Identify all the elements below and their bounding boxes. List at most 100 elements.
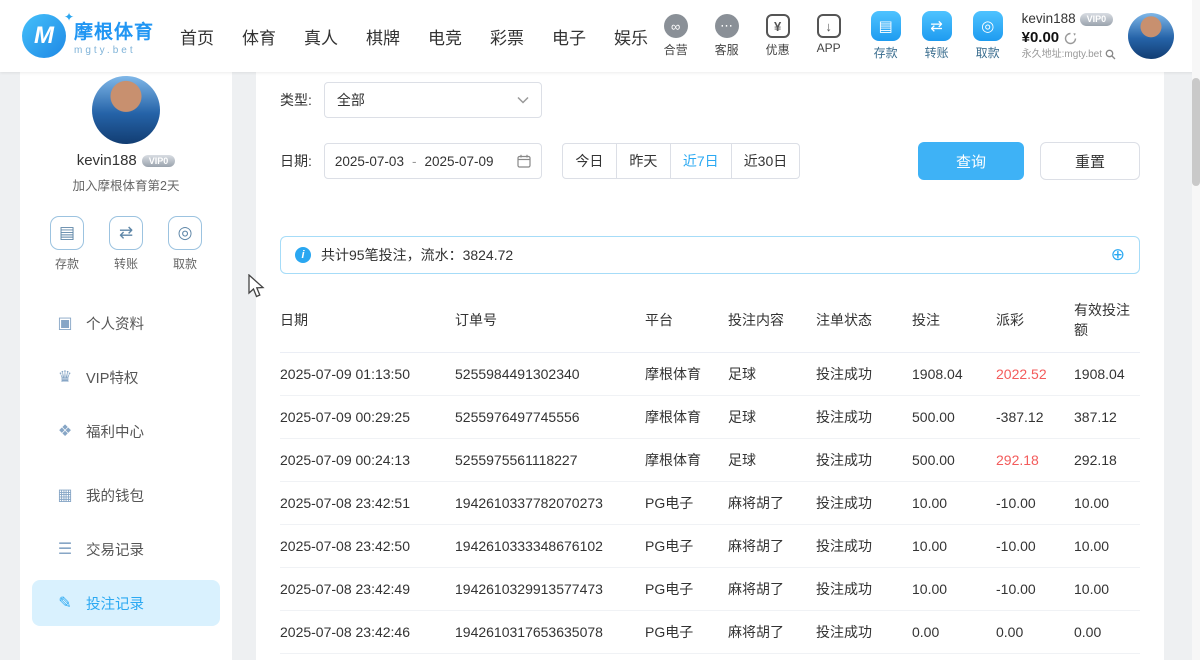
reset-button[interactable]: 重置: [1040, 142, 1140, 180]
cell-order: 1942610329913577473: [455, 568, 645, 611]
cell-payout: 292.18: [996, 439, 1074, 482]
cell-content: 麻将胡了: [728, 525, 816, 568]
query-button[interactable]: 查询: [918, 142, 1024, 180]
cell-bet: 10.00: [912, 525, 996, 568]
permanent-domain: 永久地址:mgty.bet: [1022, 49, 1102, 62]
chat-icon: ⋯: [715, 14, 739, 38]
cell-platform: PG电子: [645, 482, 728, 525]
cell-platform: PG电子: [645, 568, 728, 611]
nav-item-entertainment[interactable]: 娱乐: [614, 24, 648, 49]
user-avatar[interactable]: [1128, 13, 1174, 59]
date-end: 2025-07-09: [424, 154, 493, 169]
bet-records-table: 日期 订单号 平台 投注内容 注单状态 投注 派彩 有效投注额 2025-07-…: [280, 288, 1140, 660]
transfer-button[interactable]: ⇄ 转账: [919, 11, 955, 61]
list-icon: ☰: [56, 539, 74, 559]
col-content: 投注内容: [728, 288, 816, 353]
nav-item-chess[interactable]: 棋牌: [366, 24, 400, 49]
cell-valid: 10.00: [1074, 525, 1140, 568]
cell-payout: -10.00: [996, 525, 1074, 568]
partner-link[interactable]: ∞ 合营: [659, 14, 693, 58]
sidebar-item-profile[interactable]: ▣ 个人资料: [32, 300, 220, 346]
type-select[interactable]: 全部: [324, 82, 542, 118]
sidebar-withdraw-button[interactable]: ◎ 取款: [168, 216, 202, 272]
sidebar-avatar[interactable]: [92, 76, 160, 144]
cell-payout: -10.00: [996, 568, 1074, 611]
promotions-link[interactable]: ¥ 优惠: [761, 14, 795, 58]
crown-icon: ♛: [56, 367, 74, 387]
col-status: 注单状态: [816, 288, 912, 353]
table-row: 2025-07-09 00:24:13 5255975561118227 摩根体…: [280, 439, 1140, 482]
logo-letter: M: [34, 22, 54, 50]
chevron-down-icon: [517, 96, 529, 104]
nav-item-slots[interactable]: 电子: [552, 24, 586, 49]
site-logo[interactable]: M ✦ 摩根体育 mgty.bet: [22, 14, 154, 58]
nav-item-live[interactable]: 真人: [304, 24, 338, 49]
scrollbar-track[interactable]: [1192, 0, 1200, 660]
app-download-link[interactable]: ↓ APP: [812, 14, 846, 58]
cell-content: 麻将胡了: [728, 568, 816, 611]
cell-bet: 500.00: [912, 439, 996, 482]
cell-status: 投注成功: [816, 439, 912, 482]
summary-text: 共计95笔投注，流水：3824.72: [321, 245, 513, 265]
nav-item-lottery[interactable]: 彩票: [490, 24, 524, 49]
range-30days-button[interactable]: 近30日: [731, 143, 801, 179]
info-icon: i: [295, 247, 311, 263]
cell-content: 足球: [728, 439, 816, 482]
cell-payout: 2022.52: [996, 353, 1074, 396]
site-domain: mgty.bet: [74, 45, 154, 56]
cell-payout: -10.00: [996, 482, 1074, 525]
col-platform: 平台: [645, 288, 728, 353]
customer-service-link[interactable]: ⋯ 客服: [710, 14, 744, 58]
nav-item-sports[interactable]: 体育: [242, 24, 276, 49]
transfer-icon: ⇄: [109, 216, 143, 250]
cell-content: 足球: [728, 353, 816, 396]
cell-status: 投注成功: [816, 396, 912, 439]
sidebar-item-wallet[interactable]: ▦ 我的钱包: [32, 472, 220, 518]
partner-icon: ∞: [664, 14, 688, 38]
main-panel: 类型: 全部 日期: 2025-07-03 - 2025-07-09 今日 昨天…: [256, 72, 1164, 660]
sidebar-item-transactions[interactable]: ☰ 交易记录: [32, 526, 220, 572]
vip-badge: VIP0: [1080, 13, 1114, 26]
cell-date: 2025-07-09 00:24:13: [280, 439, 455, 482]
deposit-button[interactable]: ▤ 存款: [868, 11, 904, 61]
id-card-icon: ▣: [56, 313, 74, 333]
cell-order: 5255976497745556: [455, 396, 645, 439]
cell-date: 2025-07-09 01:13:50: [280, 353, 455, 396]
sidebar-transfer-button[interactable]: ⇄ 转账: [109, 216, 143, 272]
nav-item-home[interactable]: 首页: [180, 24, 214, 49]
cell-order: 5255984491302340: [455, 353, 645, 396]
scrollbar-thumb[interactable]: [1192, 78, 1200, 186]
top-header: M ✦ 摩根体育 mgty.bet 首页 体育 真人 棋牌 电竞 彩票 电子 娱…: [0, 0, 1200, 72]
sidebar-quick-actions: ▤ 存款 ⇄ 转账 ◎ 取款: [20, 216, 232, 272]
nav-item-esports[interactable]: 电竞: [428, 24, 462, 49]
sidebar-item-prize-records[interactable]: ♕ 兑奖记录: [32, 644, 220, 660]
cell-bet: 10.00: [912, 568, 996, 611]
col-valid: 有效投注额: [1074, 288, 1140, 353]
col-order: 订单号: [455, 288, 645, 353]
col-bet: 投注: [912, 288, 996, 353]
cell-content: 麻将胡了: [728, 654, 816, 660]
range-today-button[interactable]: 今日: [562, 143, 617, 179]
bet-table-body: 2025-07-09 01:13:50 5255984491302340 摩根体…: [280, 353, 1140, 660]
sidebar-item-bet-records[interactable]: ✎ 投注记录: [32, 580, 220, 626]
magnifier-icon[interactable]: [1105, 49, 1116, 60]
range-7days-button[interactable]: 近7日: [670, 143, 732, 179]
cell-valid: 1908.04: [1074, 353, 1140, 396]
withdraw-icon: ◎: [168, 216, 202, 250]
site-title: 摩根体育: [74, 17, 154, 44]
sidebar-item-welfare[interactable]: ❖ 福利中心: [32, 408, 220, 454]
sidebar-item-vip[interactable]: ♛ VIP特权: [32, 354, 220, 400]
cell-platform: 摩根体育: [645, 353, 728, 396]
user-info[interactable]: kevin188 VIP0 ¥0.00 永久地址:mgty.bet: [1022, 11, 1116, 61]
cell-valid: 292.18: [1074, 439, 1140, 482]
sidebar-deposit-button[interactable]: ▤ 存款: [50, 216, 84, 272]
expand-circle-icon[interactable]: ⊕: [1111, 245, 1125, 265]
withdraw-button[interactable]: ◎ 取款: [970, 11, 1006, 61]
range-yesterday-button[interactable]: 昨天: [616, 143, 671, 179]
cell-platform: PG电子: [645, 611, 728, 654]
refresh-icon[interactable]: [1064, 32, 1077, 45]
cell-platform: PG电子: [645, 654, 728, 660]
cell-platform: 摩根体育: [645, 396, 728, 439]
date-range-picker[interactable]: 2025-07-03 - 2025-07-09: [324, 143, 542, 179]
gift-icon: ❖: [56, 421, 74, 441]
